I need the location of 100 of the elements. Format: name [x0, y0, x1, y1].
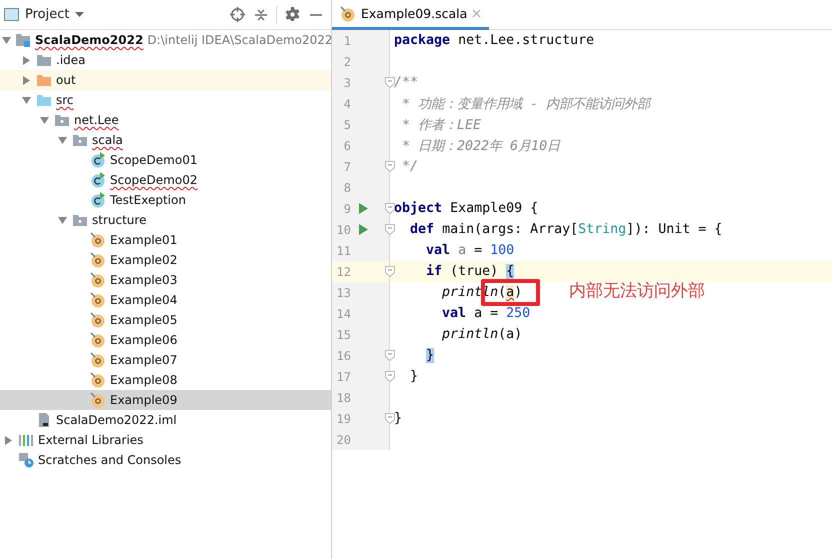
line-number: 19 [336, 412, 351, 426]
tree-item[interactable]: net.Lee [0, 110, 331, 130]
tree-item[interactable]: Example07 [0, 350, 331, 370]
fold-icon[interactable] [385, 371, 395, 382]
annotation-text: 内部无法访问外部 [569, 280, 705, 302]
settings-icon[interactable] [283, 6, 301, 24]
expand-arrow-icon[interactable] [22, 56, 30, 64]
code-line: * 日期：2022年 6月10日 [401, 138, 560, 154]
line-number: 9 [342, 202, 351, 216]
tree-item[interactable]: src [0, 90, 331, 110]
line-number: 1 [342, 34, 351, 48]
object-icon [90, 292, 106, 308]
line-number: 4 [342, 96, 351, 110]
scratches-icon [18, 452, 34, 468]
code-line: object Example09 { [393, 201, 538, 216]
locate-icon[interactable] [228, 6, 246, 24]
tree-item[interactable]: Example08 [0, 370, 331, 390]
code-line: } [409, 369, 418, 384]
tree-item[interactable]: External Libraries [0, 430, 331, 450]
object-icon [90, 272, 106, 288]
expand-arrow-icon[interactable] [4, 436, 12, 444]
code-line: def main(args: Array[String]): Unit = { [409, 222, 722, 237]
line-number: 14 [336, 306, 351, 320]
module-icon [15, 32, 31, 48]
tree-item[interactable]: .idea [0, 50, 331, 70]
line-number: 13 [336, 286, 351, 300]
class-run-icon [90, 172, 106, 188]
close-icon[interactable] [472, 9, 482, 18]
object-icon [90, 372, 106, 388]
tree-item[interactable]: structure [0, 210, 331, 230]
line-number: 16 [336, 348, 351, 362]
object-icon [90, 352, 106, 368]
tree-item[interactable]: ScalaDemo2022 D:\intelij IDEA\ScalaDemo2022 [0, 30, 331, 50]
panel-icon [4, 8, 19, 21]
line-number: 20 [336, 432, 351, 446]
code-line: package net.Lee.structure [393, 33, 594, 48]
code-line: val a = 100 [425, 243, 514, 258]
object-icon [90, 332, 106, 348]
fold-icon[interactable] [385, 161, 395, 172]
fold-icon[interactable] [385, 413, 395, 424]
tree-item[interactable]: Scratches and Consoles [0, 450, 331, 470]
line-number: 6 [342, 138, 351, 152]
project-view-dropdown[interactable]: Project [4, 7, 84, 22]
folder-icon [36, 92, 52, 108]
fold-icon[interactable] [385, 77, 395, 88]
collapse-arrow-icon[interactable] [22, 96, 30, 104]
folder-icon [36, 72, 52, 88]
run-icon[interactable] [358, 224, 368, 235]
code-line: */ [401, 159, 418, 174]
collapse-arrow-icon[interactable] [58, 136, 66, 144]
code-line: * 功能：变量作用域 - 内部不能访问外部 [401, 96, 650, 112]
fold-icon[interactable] [385, 224, 395, 235]
code-line: * 作者：LEE [401, 116, 482, 134]
code-line: /** [393, 75, 418, 90]
object-icon [90, 392, 106, 408]
package-icon [72, 212, 88, 228]
line-number: 12 [336, 264, 351, 278]
line-number: 11 [336, 244, 351, 258]
tree-item[interactable]: Example03 [0, 270, 331, 290]
tree-item[interactable]: Example01 [0, 230, 331, 250]
tree-item[interactable]: ScalaDemo2022.iml [0, 410, 331, 430]
code-line: println(a) [441, 327, 522, 342]
library-icon [18, 432, 34, 448]
object-icon [90, 312, 106, 328]
line-number: 10 [336, 222, 351, 236]
line-number: 7 [342, 160, 351, 174]
expand-arrow-icon[interactable] [22, 76, 30, 84]
line-number: 18 [336, 390, 351, 404]
tree-item[interactable]: TestExeption [0, 190, 331, 210]
tree-item[interactable]: Example09 [0, 390, 331, 410]
tree-item[interactable]: Example02 [0, 250, 331, 270]
object-icon [90, 252, 106, 268]
fold-icon[interactable] [385, 203, 395, 214]
run-icon[interactable] [358, 203, 368, 214]
tree-item[interactable]: Example06 [0, 330, 331, 350]
line-number: 8 [342, 180, 351, 194]
tree-item[interactable]: Example05 [0, 310, 331, 330]
line-number: 5 [342, 118, 351, 132]
fold-icon[interactable] [385, 266, 395, 277]
line-number: 15 [336, 328, 351, 342]
tree-item[interactable]: Example04 [0, 290, 331, 310]
object-icon [340, 6, 356, 22]
tree-item[interactable]: scala [0, 130, 331, 150]
package-icon [72, 132, 88, 148]
line-number: 2 [342, 54, 351, 68]
class-run-icon [90, 152, 106, 168]
tree-item[interactable]: ScopeDemo02 [0, 170, 331, 190]
code-line: } [393, 411, 402, 426]
fold-icon[interactable] [385, 350, 395, 361]
line-number: 17 [336, 370, 351, 384]
tree-item[interactable]: out [0, 70, 331, 90]
object-icon [90, 232, 106, 248]
line-number: 3 [342, 76, 351, 90]
folder-icon [36, 52, 52, 68]
tree-item[interactable]: ScopeDemo01 [0, 150, 331, 170]
collapse-arrow-icon[interactable] [58, 216, 66, 224]
collapse-arrow-icon[interactable] [40, 116, 48, 124]
code-line: val a = 250 [441, 306, 530, 321]
collapse-arrow-icon[interactable] [2, 36, 11, 44]
caret-icon [75, 12, 84, 18]
